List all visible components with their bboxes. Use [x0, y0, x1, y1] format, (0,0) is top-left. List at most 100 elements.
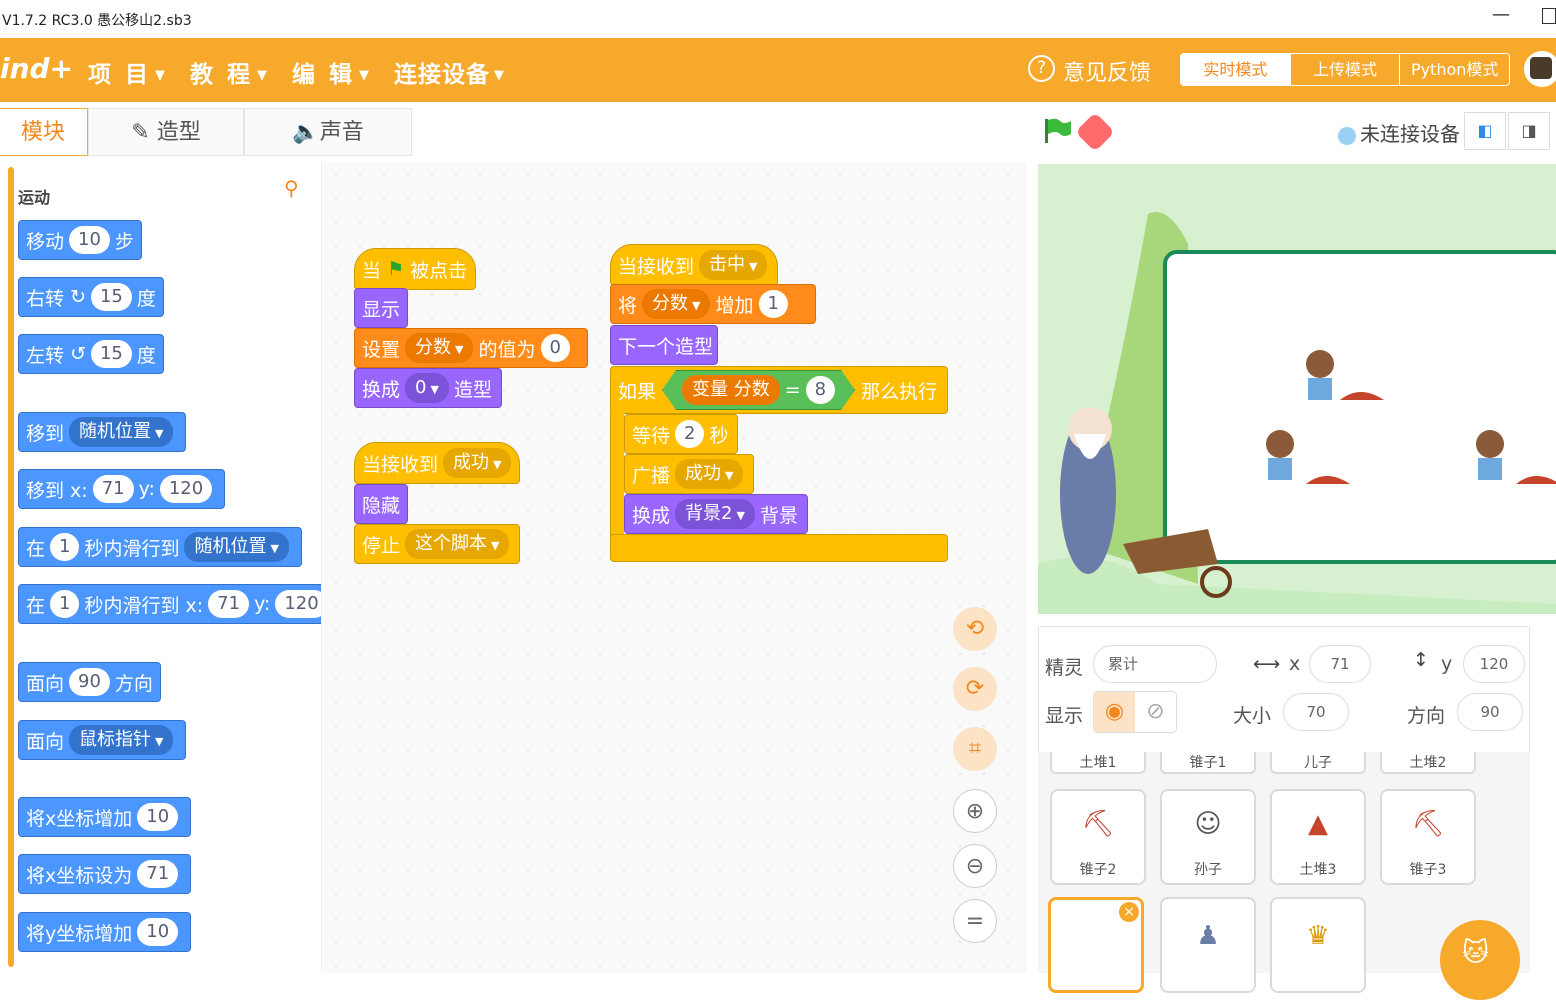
undo-icon[interactable]: ⟲	[953, 607, 997, 651]
hat-receive-success[interactable]: 当接收到 成功 ▼	[354, 442, 520, 484]
green-flag-icon: ⚑	[387, 258, 405, 280]
redo-icon[interactable]: ⟳	[953, 667, 997, 711]
direction-input[interactable]: 90	[1457, 693, 1523, 731]
sprite-properties: 精灵 累计 ⟷ x 71 ↕ y 120 显示 ◉ ⊘ 大小 70 方向 90	[1038, 626, 1530, 754]
pin-icon[interactable]: ⚲	[284, 176, 299, 200]
sprite-label: 精灵	[1045, 657, 1084, 679]
sprite-tile[interactable]: 锥子1	[1160, 752, 1256, 774]
trophy-icon: ♛	[1306, 921, 1330, 951]
eye-hidden-icon[interactable]: ⊘	[1135, 692, 1176, 732]
size-input[interactable]: 70	[1283, 693, 1349, 731]
block-wait[interactable]: 等待 2 秒	[624, 414, 738, 454]
condition-equals[interactable]: 变量 分数 = 8	[662, 370, 855, 410]
block-goto[interactable]: 移到 随机位置 ▼	[18, 412, 187, 452]
block-set-variable[interactable]: 设置 分数 ▼ 的值为 0	[354, 328, 588, 368]
sprite-tile[interactable]: ⛏ 锥子3	[1380, 789, 1476, 885]
block-move[interactable]: 移动 10 步	[18, 220, 142, 260]
x-input[interactable]: 71	[1309, 645, 1371, 683]
y-arrow-icon: ↕	[1413, 649, 1429, 671]
menu-project[interactable]: 项 目 ▼	[88, 55, 168, 89]
tab-sounds[interactable]: 🔈声音	[244, 108, 412, 156]
block-turn-left[interactable]: 左转 ↺ 15 度	[18, 334, 164, 374]
eye-icon[interactable]: ◉	[1094, 692, 1135, 732]
block-change-x[interactable]: 将x坐标增加 10	[18, 797, 192, 837]
zoom-out-icon[interactable]: ⊖	[953, 844, 997, 888]
maximize-button[interactable]	[1542, 8, 1556, 24]
pickaxe-icon: ⛏	[1081, 809, 1115, 839]
block-turn-right[interactable]: 右转 ↻ 15 度	[18, 277, 164, 317]
avatar[interactable]	[1524, 51, 1556, 87]
tab-blocks[interactable]: 模块	[0, 108, 88, 156]
block-point-towards[interactable]: 面向 鼠标指针 ▼	[18, 720, 187, 760]
stage-backdrop	[1038, 164, 1556, 614]
block-change-y[interactable]: 将y坐标增加 10	[18, 912, 192, 952]
sprite-tile[interactable]: ▲ 土堆3	[1270, 789, 1366, 885]
chevron-down-icon: ▼	[257, 68, 271, 83]
block-switch-costume[interactable]: 换成 0 ▼ 造型	[354, 368, 502, 408]
help-icon: ?	[1028, 55, 1055, 82]
palette-scrollbar[interactable]	[8, 167, 14, 967]
mode-realtime[interactable]: 实时模式	[1181, 54, 1290, 85]
window-title: V1.7.2 RC3.0 愚公移山2.sb3	[2, 13, 192, 29]
sprite-tile[interactable]: 儿子	[1270, 752, 1366, 774]
crop-icon[interactable]: ⌗	[953, 727, 997, 771]
zoom-in-icon[interactable]: ⊕	[953, 789, 997, 833]
stop-icon[interactable]	[1075, 112, 1115, 152]
layout-small-stage-icon[interactable]: ◧	[1464, 112, 1506, 150]
layout-large-stage-icon[interactable]: ◨	[1508, 112, 1550, 150]
chevron-down-icon: ▼	[359, 68, 373, 83]
chevron-down-icon: ▼	[494, 68, 505, 83]
block-stop[interactable]: 停止 这个脚本 ▼	[354, 524, 520, 564]
green-flag-icon[interactable]	[1042, 117, 1072, 145]
block-show[interactable]: 显示	[354, 288, 408, 328]
block-if[interactable]: 如果 变量 分数 = 8 那么执行	[610, 366, 948, 414]
script-area[interactable]: 当 ⚑ 被点击 显示 设置 分数 ▼ 的值为 0 换成 0 ▼ 造型 当接收到 成功 ▼ 隐藏 停…	[324, 162, 1027, 973]
block-set-x[interactable]: 将x坐标设为 71	[18, 854, 192, 894]
speaker-icon: 🔈	[292, 120, 320, 145]
y-label: y	[1441, 653, 1453, 675]
connection-status: 未连接设备	[1338, 118, 1460, 147]
y-input[interactable]: 120	[1463, 645, 1525, 683]
sprite-tile-selected[interactable]: ×	[1048, 897, 1144, 993]
sprite-tile[interactable]: 土堆1	[1050, 752, 1146, 774]
hat-flag-clicked[interactable]: 当 ⚑ 被点击	[354, 248, 476, 290]
block-glide-xy[interactable]: 在 1 秒内滑行到 x: 71 y: 120	[18, 584, 321, 624]
sprite-name-input[interactable]: 累计	[1093, 645, 1217, 683]
feedback-button[interactable]: ? 意见反馈	[1028, 55, 1151, 87]
chevron-down-icon: ▼	[155, 68, 169, 83]
x-arrow-icon: ⟷	[1253, 653, 1281, 675]
block-point-direction[interactable]: 面向 90 方向	[18, 662, 161, 702]
sprite-tile[interactable]: ♛	[1270, 897, 1366, 993]
x-label: x	[1289, 653, 1301, 675]
sprite-tile[interactable]: 土堆2	[1380, 752, 1476, 774]
sprite-tile[interactable]: ♟	[1160, 897, 1256, 993]
add-sprite-button[interactable]: 🐱	[1440, 920, 1520, 1000]
brush-icon: ✎	[131, 120, 150, 145]
delete-icon[interactable]: ×	[1119, 902, 1139, 922]
block-change-variable[interactable]: 将分数 ▼ 增加 1	[610, 284, 816, 324]
zoom-reset-icon[interactable]: =	[953, 899, 997, 943]
status-dot-icon	[1338, 126, 1356, 145]
minimize-button[interactable]: —	[1492, 4, 1510, 25]
menu-connect[interactable]: 连接设备 ▼	[394, 55, 505, 89]
sprite-tile[interactable]: ⛏ 锥子2	[1050, 789, 1146, 885]
block-glide[interactable]: 在 1 秒内滑行到 随机位置 ▼	[18, 527, 302, 567]
dirt-pile-icon: ▲	[1308, 809, 1328, 839]
tab-costumes[interactable]: ✎ 造型	[88, 108, 244, 156]
boy-icon: ☺	[1194, 809, 1222, 839]
menu-edit[interactable]: 编 辑 ▼	[292, 55, 372, 89]
app-logo: ind+	[0, 52, 74, 85]
block-next-costume[interactable]: 下一个造型	[610, 325, 718, 365]
menu-tutorial[interactable]: 教 程 ▼	[190, 55, 270, 89]
block-switch-backdrop[interactable]: 换成 背景2 ▼ 背景	[624, 494, 808, 534]
block-goto-xy[interactable]: 移到 x: 71 y: 120	[18, 469, 226, 509]
sprite-tile[interactable]: ☺ 孙子	[1160, 789, 1256, 885]
mode-upload[interactable]: 上传模式	[1289, 54, 1400, 85]
stage[interactable]	[1038, 164, 1556, 614]
mode-python[interactable]: Python模式	[1399, 54, 1509, 85]
block-hide[interactable]: 隐藏	[354, 484, 408, 524]
menu-bar: ind+ 项 目 ▼ 教 程 ▼ 编 辑 ▼ 连接设备 ▼ ? 意见反馈 实时模式 上传模…	[0, 38, 1556, 102]
hat-receive-hit[interactable]: 当接收到 击中 ▼	[610, 244, 778, 286]
block-broadcast[interactable]: 广播 成功 ▼	[624, 454, 754, 494]
category-title: 运动	[18, 188, 51, 207]
